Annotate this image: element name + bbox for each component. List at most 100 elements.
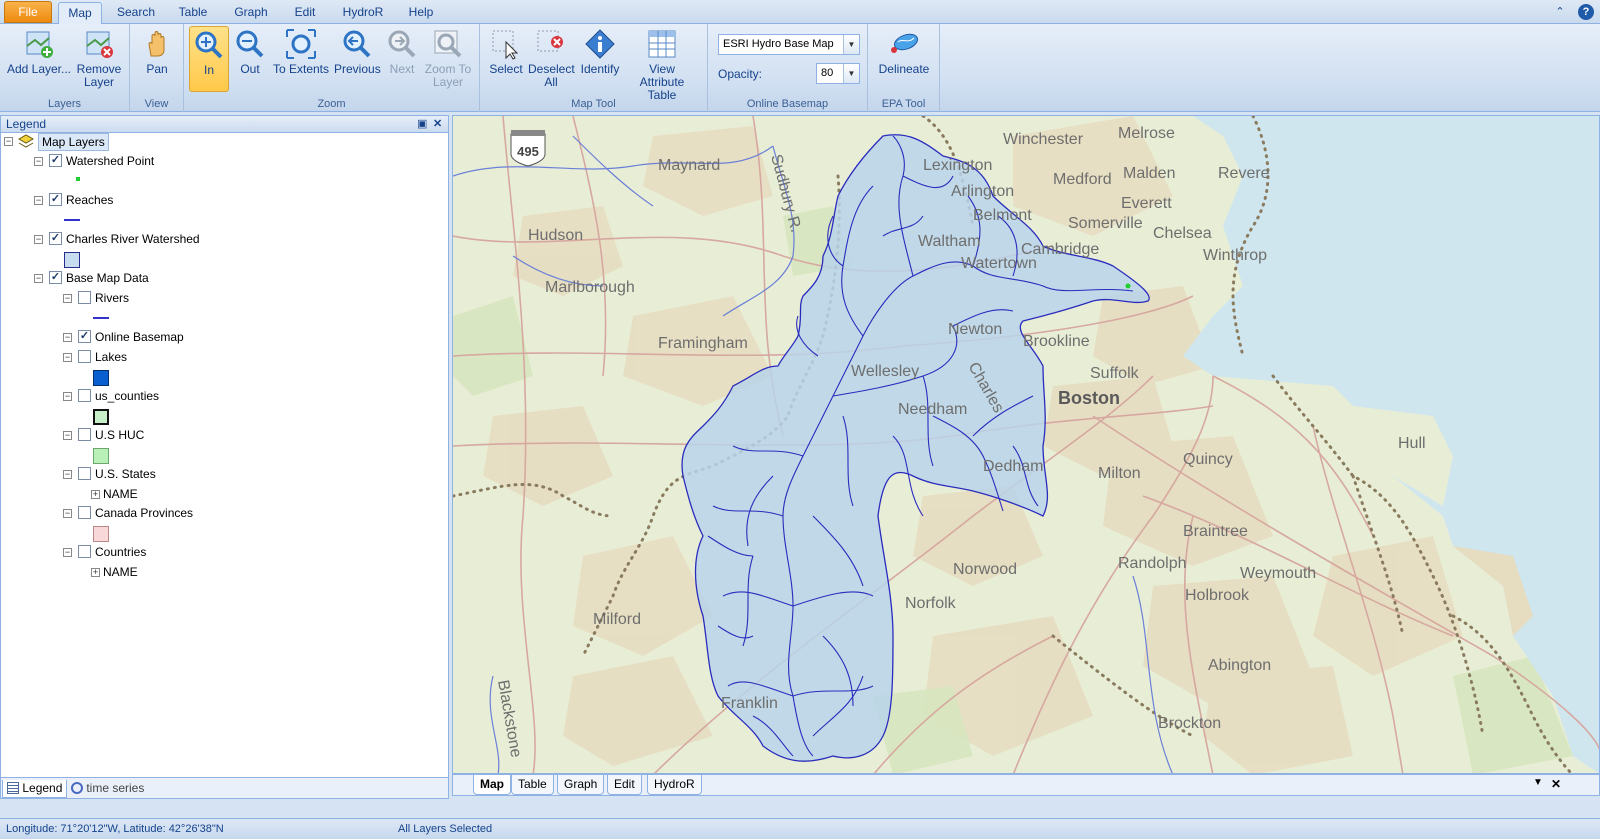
tab-file[interactable]: File — [4, 1, 52, 23]
collapse-icon[interactable]: − — [63, 294, 72, 303]
collapse-icon[interactable]: − — [63, 392, 72, 401]
tab-hydror[interactable]: HydroR — [336, 2, 390, 24]
next-button[interactable]: Next — [384, 26, 420, 76]
checkbox-us-counties[interactable] — [78, 389, 91, 402]
layer-rivers[interactable]: Rivers — [95, 291, 129, 305]
checkbox-us-huc[interactable] — [78, 428, 91, 441]
legend-header: Legend ▣ ✕ — [1, 116, 448, 133]
tab-graph-view[interactable]: Graph — [557, 775, 605, 795]
layer-lakes[interactable]: Lakes — [95, 350, 127, 364]
tab-map-view[interactable]: Map — [473, 775, 511, 795]
tab-table[interactable]: Table — [170, 2, 216, 24]
collapse-icon[interactable]: − — [63, 333, 72, 342]
place-boston: Boston — [1058, 388, 1120, 408]
place-wellesley: Wellesley — [851, 363, 919, 380]
chevron-down-icon[interactable]: ▼ — [1533, 777, 1543, 788]
view-attribute-table-button[interactable]: View Attribute Table — [626, 26, 698, 102]
checkbox-rivers[interactable] — [78, 291, 91, 304]
collapse-icon[interactable]: − — [63, 353, 72, 362]
place-framingham: Framingham — [658, 335, 748, 352]
pin-icon[interactable]: ▣ — [417, 117, 427, 130]
collapse-icon[interactable]: − — [34, 157, 43, 166]
help-icon[interactable]: ? — [1578, 4, 1594, 20]
checkbox-charles-river-watershed[interactable]: ✓ — [49, 232, 62, 245]
map-view[interactable]: 495 Winchester Melrose Maynard Lexington… — [452, 115, 1600, 774]
layer-us-states[interactable]: U.S. States — [95, 467, 156, 481]
checkbox-watershed-point[interactable]: ✓ — [49, 154, 62, 167]
checkbox-online-basemap[interactable]: ✓ — [78, 330, 91, 343]
layer-charles-river-watershed[interactable]: Charles River Watershed — [66, 232, 200, 246]
collapse-icon[interactable]: − — [63, 548, 72, 557]
layer-online-basemap[interactable]: Online Basemap — [95, 330, 184, 344]
deselect-all-button[interactable]: Deselect All — [528, 26, 575, 89]
chevron-up-icon[interactable]: ⌃ — [1552, 4, 1568, 20]
collapse-icon[interactable]: − — [63, 470, 72, 479]
tab-hydror-view[interactable]: HydroR — [647, 775, 702, 795]
collapse-icon[interactable]: − — [4, 137, 13, 146]
checkbox-us-states[interactable] — [78, 467, 91, 480]
chevron-down-icon[interactable]: ▼ — [843, 35, 859, 54]
checkbox-reaches[interactable]: ✓ — [49, 193, 62, 206]
collapse-icon[interactable]: − — [34, 196, 43, 205]
collapse-icon[interactable]: − — [63, 509, 72, 518]
tab-graph[interactable]: Graph — [226, 2, 276, 24]
to-extents-button[interactable]: To Extents — [272, 26, 330, 76]
map-bottom-tabs: Map Table Graph Edit HydroR ▼ ✕ — [452, 774, 1600, 796]
previous-button[interactable]: Previous — [334, 26, 381, 76]
delineate-button[interactable]: Delineate — [874, 26, 934, 76]
tree-root-map-layers[interactable]: Map Layers — [38, 133, 109, 151]
place-dedham: Dedham — [983, 458, 1043, 475]
select-button[interactable]: Select — [486, 26, 526, 76]
place-newton: Newton — [948, 321, 1002, 338]
place-winchester: Winchester — [1003, 131, 1084, 148]
field-name[interactable]: NAME — [103, 565, 138, 579]
group-base-map-data[interactable]: Base Map Data — [66, 271, 149, 285]
next-label: Next — [389, 62, 415, 76]
tab-time-series[interactable]: time series — [67, 780, 148, 798]
layer-us-counties[interactable]: us_counties — [95, 389, 159, 403]
point-symbol — [76, 177, 80, 181]
pan-button[interactable]: Pan — [136, 26, 178, 76]
tab-edit-view[interactable]: Edit — [607, 775, 642, 795]
chevron-down-icon[interactable]: ▼ — [843, 64, 859, 83]
watershed-point[interactable] — [1125, 283, 1131, 289]
tab-map[interactable]: Map — [58, 2, 102, 25]
layer-us-huc[interactable]: U.S HUC — [95, 428, 144, 442]
collapse-icon[interactable]: − — [34, 235, 43, 244]
zoom-in-button[interactable]: In — [189, 26, 229, 92]
layer-canada-provinces[interactable]: Canada Provinces — [95, 506, 193, 520]
layer-countries[interactable]: Countries — [95, 545, 146, 559]
checkbox-canada-provinces[interactable] — [78, 506, 91, 519]
field-name[interactable]: NAME — [103, 487, 138, 501]
collapse-icon[interactable]: − — [34, 274, 43, 283]
tab-legend[interactable]: Legend — [2, 780, 68, 798]
zoom-out-button[interactable]: Out — [232, 26, 268, 76]
identify-button[interactable]: Identify — [578, 26, 622, 76]
ribbon: Add Layer... Remove Layer Layers Pan Vie… — [0, 24, 1600, 112]
checkbox-lakes[interactable] — [78, 350, 91, 363]
place-quincy: Quincy — [1183, 451, 1233, 468]
remove-layer-button[interactable]: Remove Layer — [74, 26, 124, 89]
zoom-in-label: In — [203, 63, 214, 77]
close-icon[interactable]: ✕ — [433, 117, 442, 130]
layer-reaches[interactable]: Reaches — [66, 193, 113, 207]
map-canvas[interactable]: 495 Winchester Melrose Maynard Lexington… — [453, 116, 1600, 774]
delineate-label: Delineate — [878, 62, 930, 76]
place-winthrop: Winthrop — [1203, 247, 1267, 264]
tab-table-view[interactable]: Table — [511, 775, 554, 795]
zoom-to-layer-button[interactable]: Zoom To Layer — [422, 26, 474, 89]
tab-help[interactable]: Help — [400, 2, 442, 24]
checkbox-base-map-data[interactable]: ✓ — [49, 271, 62, 284]
remove-layer-label-2: Layer — [83, 75, 115, 89]
add-layer-button[interactable]: Add Layer... — [6, 26, 72, 76]
expand-icon[interactable]: + — [91, 568, 100, 577]
expand-icon[interactable]: + — [91, 490, 100, 499]
opacity-spinner[interactable]: 80 ▼ — [816, 63, 860, 84]
basemap-select[interactable]: ESRI Hydro Base Map ▼ — [718, 34, 860, 55]
tab-edit[interactable]: Edit — [286, 2, 324, 24]
collapse-icon[interactable]: − — [63, 431, 72, 440]
layer-watershed-point[interactable]: Watershed Point — [66, 154, 154, 168]
tab-search[interactable]: Search — [110, 2, 162, 24]
close-icon[interactable]: ✕ — [1551, 777, 1561, 791]
checkbox-countries[interactable] — [78, 545, 91, 558]
